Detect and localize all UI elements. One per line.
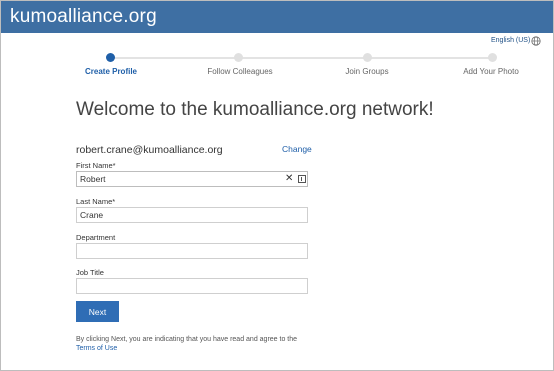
globe-icon[interactable] <box>531 36 541 46</box>
terms-notice: By clicking Next, you are indicating tha… <box>76 335 297 353</box>
step-dot-join-groups <box>363 53 372 62</box>
page-title: Welcome to the kumoalliance.org network! <box>76 99 434 120</box>
step-join-groups[interactable]: Join Groups <box>345 67 388 76</box>
first-name-label: First Name* <box>76 161 116 170</box>
job-title-label: Job Title <box>76 268 104 277</box>
progress-track <box>110 57 493 59</box>
step-follow-colleagues[interactable]: Follow Colleagues <box>207 67 272 76</box>
job-title-input[interactable] <box>76 278 308 294</box>
terms-text: By clicking Next, you are indicating tha… <box>76 336 298 343</box>
autofill-icon[interactable] <box>298 175 306 183</box>
last-name-label: Last Name* <box>76 197 116 206</box>
top-banner: kumoalliance.org <box>1 1 553 33</box>
department-input[interactable] <box>76 243 308 259</box>
step-dot-add-photo <box>488 53 497 62</box>
step-dot-follow-colleagues <box>234 53 243 62</box>
step-create-profile[interactable]: Create Profile <box>85 67 137 76</box>
department-label: Department <box>76 233 116 242</box>
step-dot-create-profile <box>106 53 115 62</box>
next-button[interactable]: Next <box>76 301 119 322</box>
first-name-input[interactable] <box>76 171 308 187</box>
language-selector[interactable]: English (US) <box>491 37 530 44</box>
last-name-input[interactable] <box>76 207 308 223</box>
account-email: robert.crane@kumoalliance.org <box>76 144 223 156</box>
change-account-link[interactable]: Change <box>282 144 312 154</box>
step-add-your-photo[interactable]: Add Your Photo <box>463 67 519 76</box>
clear-icon[interactable]: ✕ <box>285 174 293 184</box>
terms-of-use-link[interactable]: Terms of Use <box>76 344 297 353</box>
site-brand: kumoalliance.org <box>10 6 157 27</box>
